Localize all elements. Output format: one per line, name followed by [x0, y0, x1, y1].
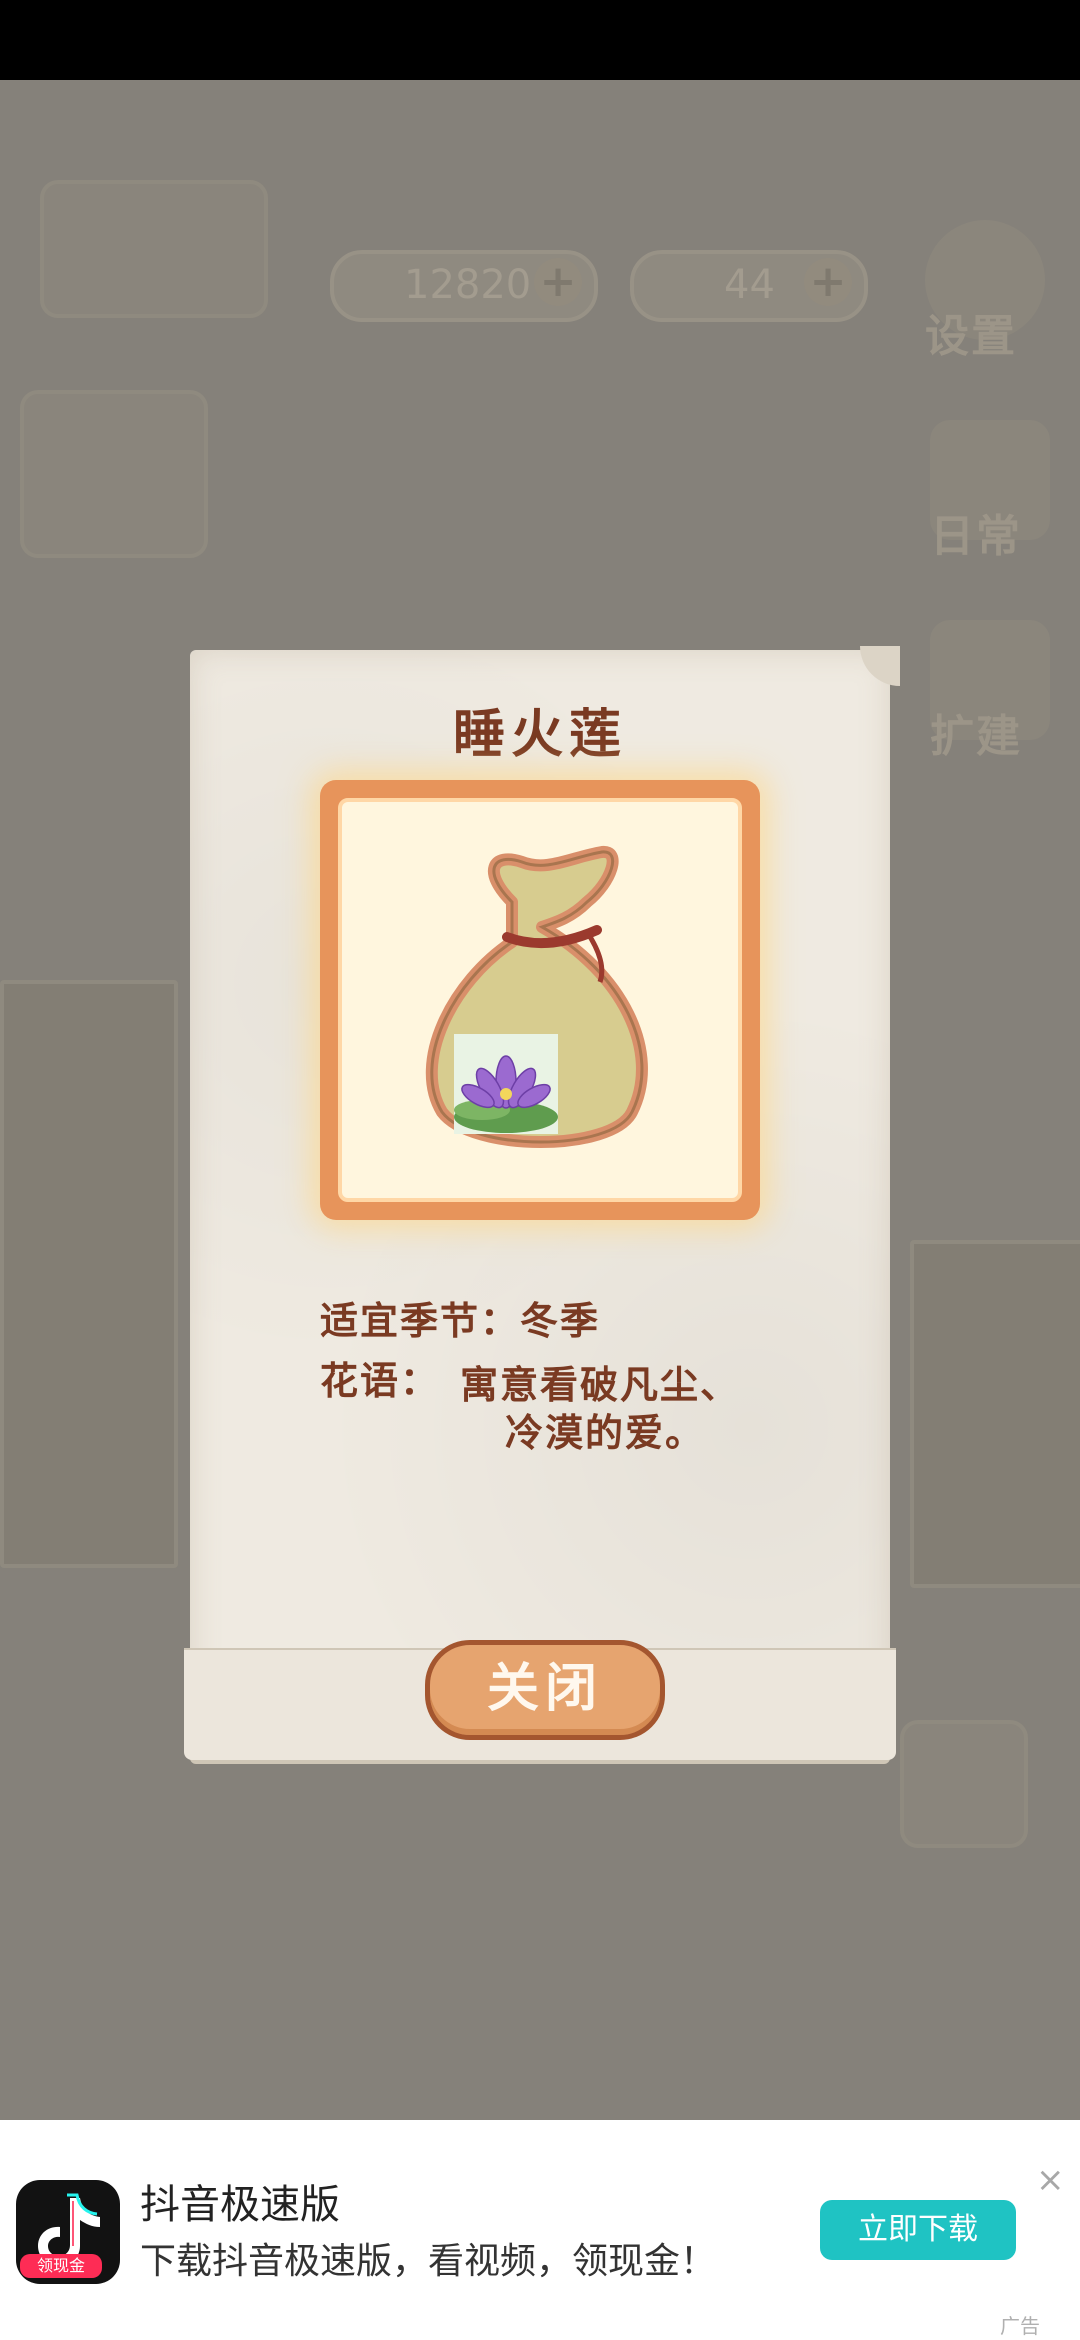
- player-avatar-block: [40, 180, 268, 318]
- flower-info-dialog: 睡火莲 适宜季节：冬季 花语： 寓意看破凡尘、 冷漠的爱。 关闭: [184, 646, 900, 1760]
- cake-currency-pill: 44 +: [630, 250, 868, 322]
- paper-curl: [860, 646, 900, 686]
- ad-tag: 广告: [1000, 2314, 1040, 2338]
- ad-description: 下载抖音极速版，看视频，领现金！: [140, 2241, 717, 2282]
- ad-title: 抖音极速版: [140, 2182, 340, 2228]
- video-reward-button[interactable]: [20, 390, 208, 558]
- status-bar: [0, 0, 1080, 80]
- close-button[interactable]: 关闭: [425, 1640, 665, 1740]
- flower-title: 睡火莲: [452, 705, 627, 765]
- cake-count: 44: [724, 262, 775, 308]
- seed-bag-frame: [320, 780, 760, 1220]
- ad-close-icon[interactable]: ×: [1036, 2160, 1065, 2200]
- fish-count: 12820: [404, 262, 532, 308]
- download-now-button[interactable]: 立即下载: [820, 2200, 1016, 2260]
- seed-bag-inner: [338, 798, 742, 1202]
- cash-badge: 领现金: [20, 2254, 102, 2278]
- fish-currency-pill: 12820 +: [330, 250, 598, 322]
- ad-banner[interactable]: 领现金 抖音极速版 下载抖音极速版，看视频，领现金！ 立即下载 × 广告: [0, 2120, 1080, 2340]
- flower-language-label: 花语：: [320, 1359, 441, 1403]
- scene-building-left: [0, 980, 178, 1568]
- scene-building-right: [910, 1240, 1080, 1588]
- season-line: 适宜季节：冬季: [320, 1299, 601, 1343]
- expand-label: 扩建: [930, 711, 1022, 762]
- fish-add-icon[interactable]: +: [534, 258, 582, 306]
- mountain-map-icon[interactable]: [900, 1720, 1028, 1848]
- settings-label: 设置: [925, 311, 1017, 362]
- flower-language-line1: 寓意看破凡尘、: [460, 1363, 741, 1407]
- cake-add-icon[interactable]: +: [804, 258, 852, 306]
- seed-bag-icon: [425, 846, 648, 1148]
- flower-language-line2: 冷漠的爱。: [505, 1411, 706, 1455]
- daily-label: 日常: [930, 511, 1022, 562]
- douyin-app-icon[interactable]: 领现金: [16, 2180, 120, 2284]
